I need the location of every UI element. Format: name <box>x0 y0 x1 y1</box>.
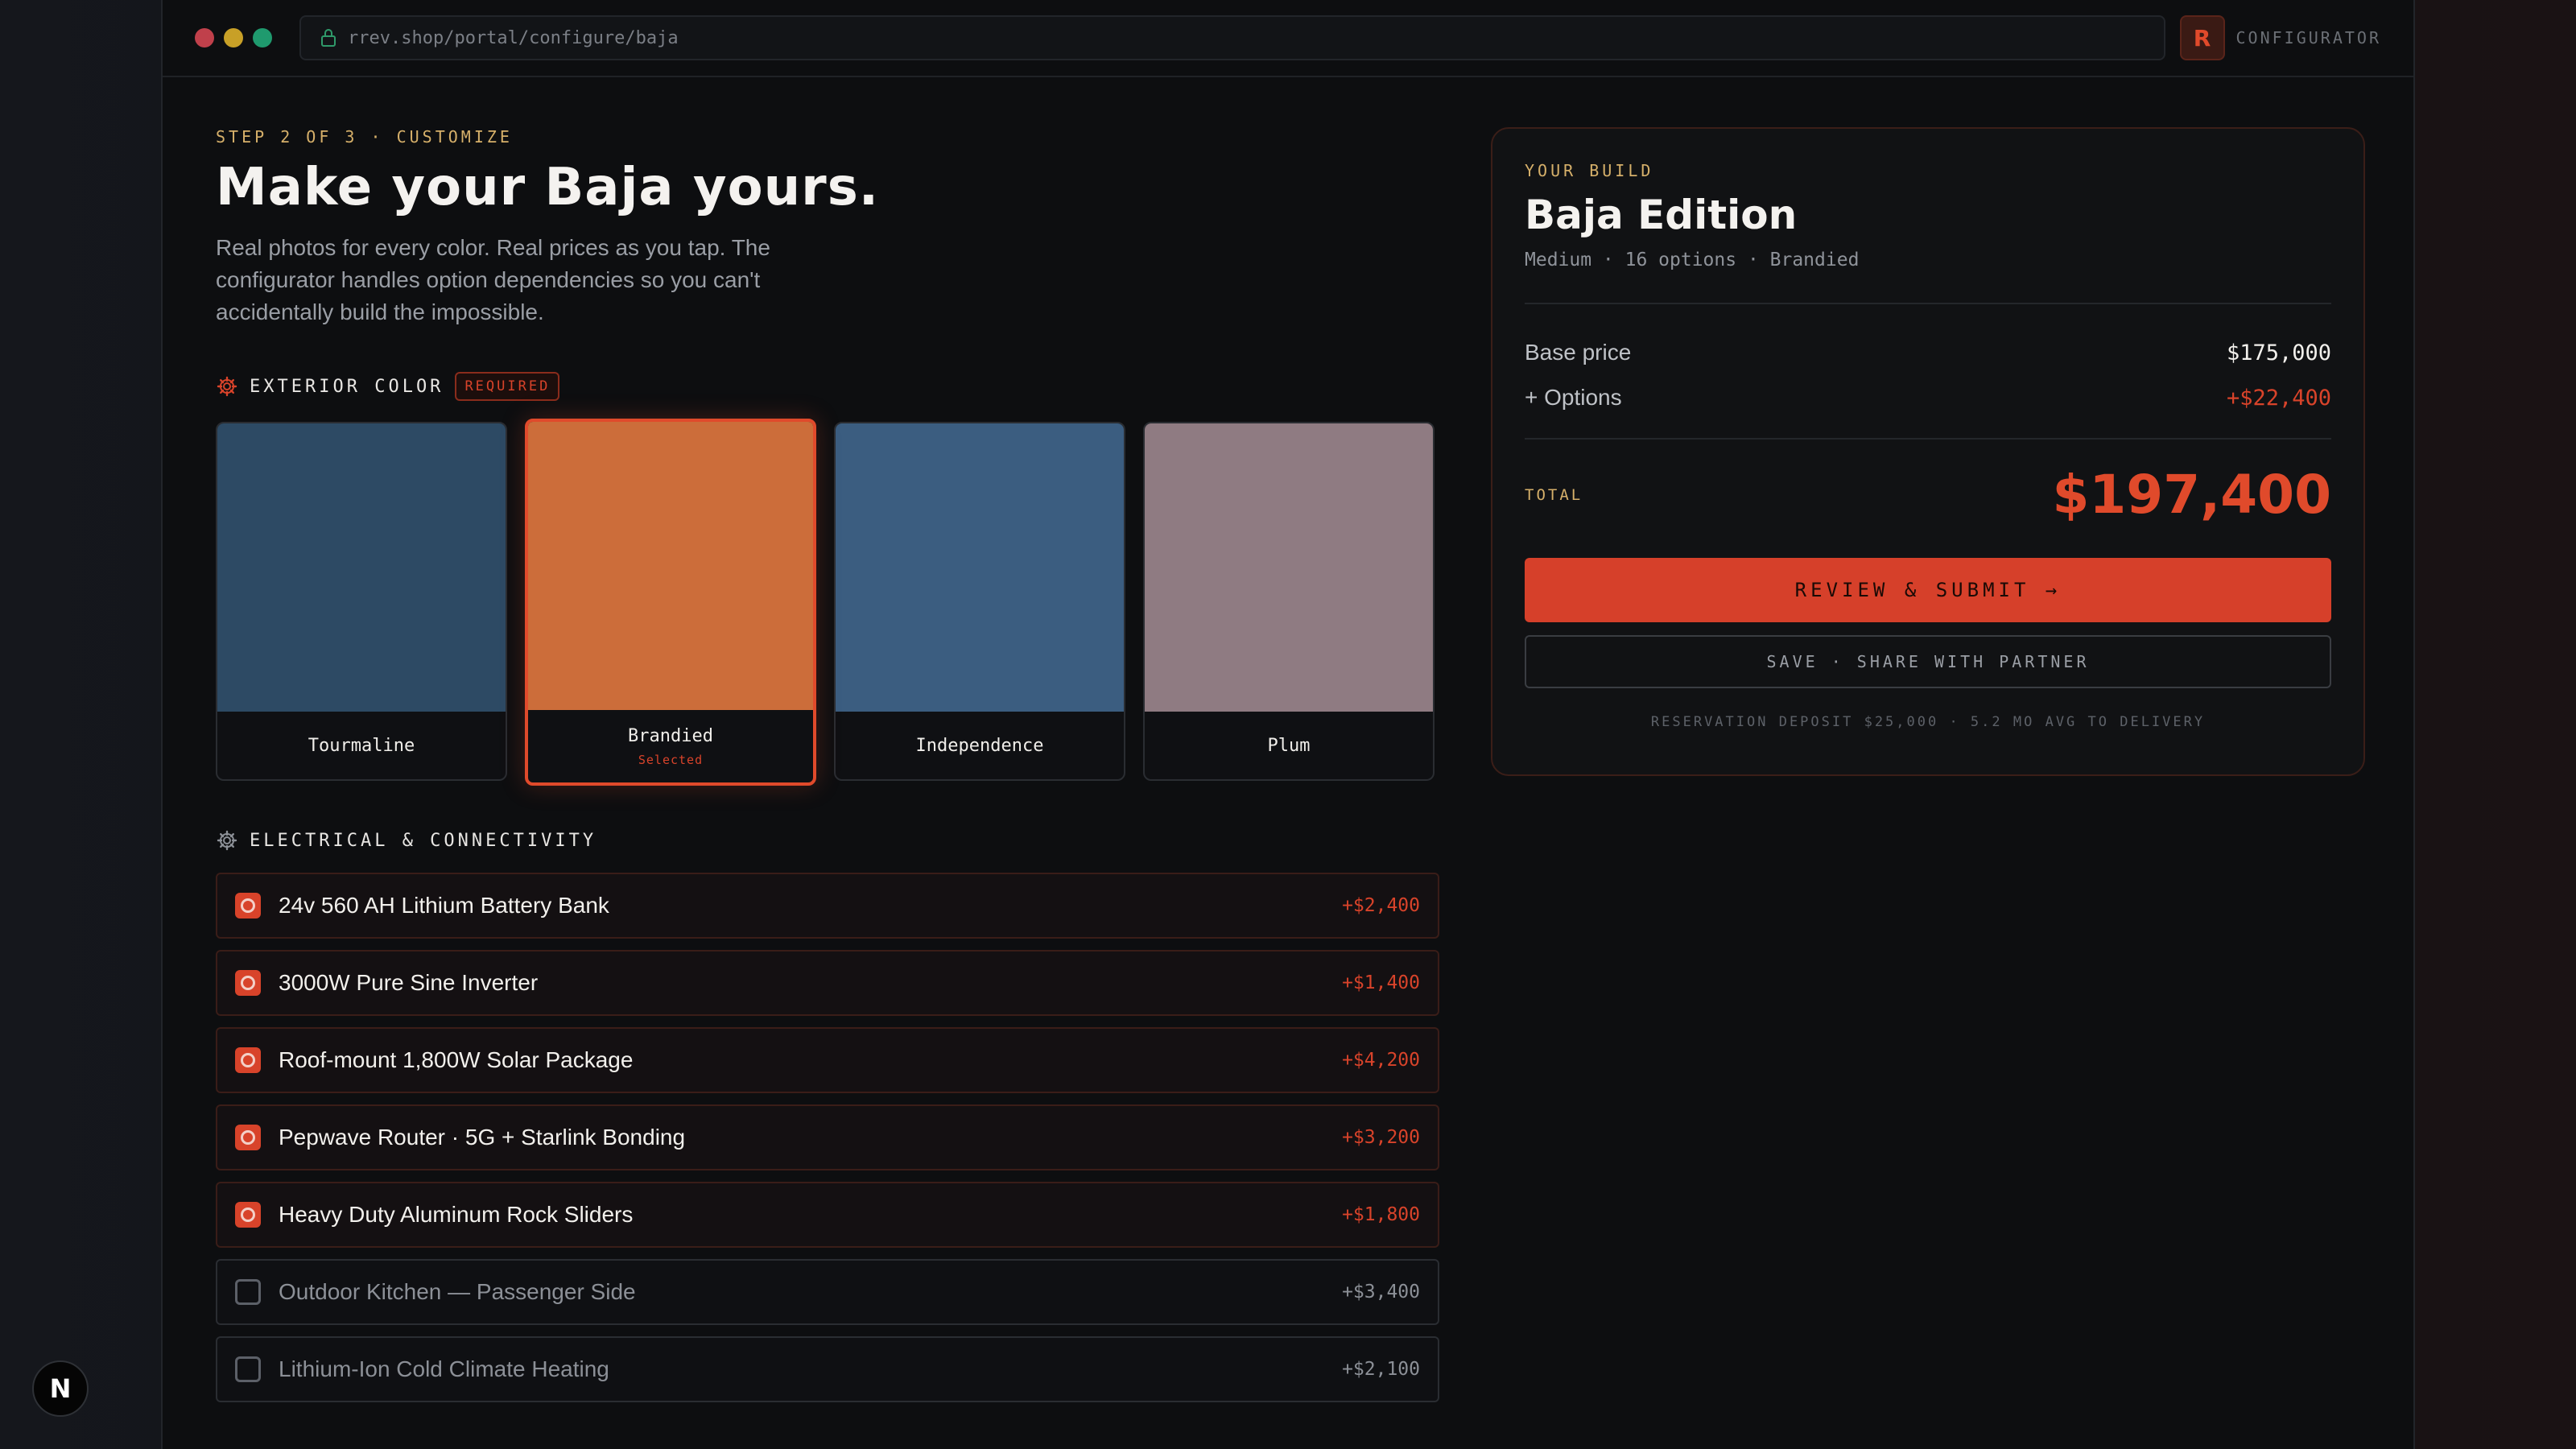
minimize-dot[interactable] <box>224 28 243 47</box>
option-price: +$4,200 <box>1342 1050 1420 1071</box>
swatch-label-box: Plum <box>1145 712 1433 779</box>
swatch-color <box>528 422 813 710</box>
swatch-name: Brandied <box>628 725 713 746</box>
checkbox-unchecked-icon[interactable] <box>235 1356 261 1382</box>
lock-icon <box>321 29 336 47</box>
swatch-brandied[interactable]: Brandied Selected <box>525 419 816 786</box>
checkbox-checked-icon[interactable] <box>235 1047 261 1073</box>
total-row: TOTAL $197,400 <box>1525 464 2331 526</box>
build-title: Baja Edition <box>1525 192 1798 238</box>
browser-window: rrev.shop/portal/configure/baja R CONFIG… <box>161 0 2415 1449</box>
option-name: 3000W Pure Sine Inverter <box>279 970 539 995</box>
review-submit-button[interactable]: REVIEW & SUBMIT → <box>1525 558 2331 622</box>
total-label: TOTAL <box>1525 485 1583 504</box>
delivery-footnote: RESERVATION DEPOSIT $25,000 · 5.2 MO AVG… <box>1650 714 2206 730</box>
swatch-independence[interactable]: Independence <box>834 422 1125 781</box>
color-swatches: Tourmaline Brandied Selected Independenc… <box>216 419 1439 789</box>
option-price: +$2,100 <box>1342 1359 1420 1380</box>
option-name: Lithium-Ion Cold Climate Heating <box>279 1356 609 1381</box>
option-name: Heavy Duty Aluminum Rock Sliders <box>279 1202 634 1227</box>
options-price-row: + Options +$22,400 <box>1525 375 2331 420</box>
option-row[interactable]: Roof-mount 1,800W Solar Package +$4,200 <box>216 1027 1439 1093</box>
swatch-plum[interactable]: Plum <box>1143 422 1435 781</box>
window-controls <box>195 28 272 47</box>
step-indicator: STEP 2 OF 3 · CUSTOMIZE <box>216 127 513 147</box>
summary-eyebrow: YOUR BUILD <box>1525 161 1654 180</box>
option-price: +$3,400 <box>1342 1282 1420 1302</box>
base-price-label: Base price <box>1525 340 1632 365</box>
build-meta: Medium · 16 options · Brandied <box>1525 250 1860 270</box>
checkbox-checked-icon[interactable] <box>235 1202 261 1228</box>
options-price-value: +$22,400 <box>2226 385 2331 411</box>
swatch-label-box: Tourmaline <box>217 712 506 779</box>
configurator-main: STEP 2 OF 3 · CUSTOMIZE Make your Baja y… <box>216 127 1439 1402</box>
brand-logo[interactable]: R <box>2179 15 2225 60</box>
swatch-name: Tourmaline <box>308 735 415 756</box>
checkbox-checked-icon[interactable] <box>235 1125 261 1150</box>
gear-icon <box>217 830 237 851</box>
electrical-heading: ELECTRICAL & CONNECTIVITY <box>216 829 1439 852</box>
swatch-label-box: Independence <box>836 712 1124 779</box>
option-price: +$3,200 <box>1342 1127 1420 1148</box>
option-price: +$2,400 <box>1342 895 1420 916</box>
total-value: $197,400 <box>2052 464 2331 526</box>
swatch-name: Independence <box>915 735 1044 756</box>
address-bar[interactable]: rrev.shop/portal/configure/baja <box>299 15 2165 60</box>
checkbox-checked-icon[interactable] <box>235 893 261 919</box>
page-description: Real photos for every color. Real prices… <box>216 235 770 324</box>
option-price: +$1,800 <box>1342 1204 1420 1225</box>
divider <box>1525 438 2331 440</box>
save-share-button[interactable]: SAVE · SHARE WITH PARTNER <box>1525 635 2331 688</box>
page-title: Make your Baja yours. <box>216 158 880 217</box>
option-row[interactable]: Outdoor Kitchen — Passenger Side +$3,400 <box>216 1259 1439 1325</box>
swatch-color <box>836 423 1124 712</box>
swatch-color <box>217 423 506 712</box>
electrical-label: ELECTRICAL & CONNECTIVITY <box>250 830 597 851</box>
exterior-color-label: EXTERIOR COLOR <box>250 376 444 397</box>
swatch-color <box>1145 423 1433 712</box>
option-row[interactable]: Pepwave Router · 5G + Starlink Bonding +… <box>216 1104 1439 1170</box>
checkbox-checked-icon[interactable] <box>235 970 261 996</box>
swatch-tourmaline[interactable]: Tourmaline <box>216 422 507 781</box>
selected-indicator: Selected <box>638 752 704 767</box>
divider <box>1525 303 2331 304</box>
swatch-name: Plum <box>1267 735 1311 756</box>
base-price-value: $175,000 <box>2226 340 2331 365</box>
options-price-label: + Options <box>1525 385 1622 410</box>
swatch-label-box: Brandied Selected <box>528 710 813 782</box>
base-price-row: Base price $175,000 <box>1525 330 2331 375</box>
url-text: rrev.shop/portal/configure/baja <box>348 27 679 48</box>
exterior-color-heading: EXTERIOR COLOR REQUIRED <box>216 372 1439 401</box>
option-name: Outdoor Kitchen — Passenger Side <box>279 1279 636 1304</box>
gear-icon <box>217 376 237 397</box>
option-price: +$1,400 <box>1342 972 1420 993</box>
option-name: 24v 560 AH Lithium Battery Bank <box>279 893 609 918</box>
browser-chrome: rrev.shop/portal/configure/baja R CONFIG… <box>163 0 2413 77</box>
option-name: Pepwave Router · 5G + Starlink Bonding <box>279 1125 686 1150</box>
maximize-dot[interactable] <box>253 28 272 47</box>
checkbox-unchecked-icon[interactable] <box>235 1279 261 1305</box>
option-list: 24v 560 AH Lithium Battery Bank +$2,400 … <box>216 873 1439 1402</box>
option-row[interactable]: Lithium-Ion Cold Climate Heating +$2,100 <box>216 1336 1439 1402</box>
dev-badge[interactable]: N <box>32 1360 89 1417</box>
option-row[interactable]: 24v 560 AH Lithium Battery Bank +$2,400 <box>216 873 1439 939</box>
option-row[interactable]: Heavy Duty Aluminum Rock Sliders +$1,800 <box>216 1182 1439 1248</box>
build-summary-card: YOUR BUILD Baja Edition Medium · 16 opti… <box>1491 127 2365 776</box>
option-name: Roof-mount 1,800W Solar Package <box>279 1047 634 1072</box>
close-dot[interactable] <box>195 28 214 47</box>
option-row[interactable]: 3000W Pure Sine Inverter +$1,400 <box>216 950 1439 1016</box>
required-badge: REQUIRED <box>455 372 560 401</box>
brand-label: CONFIGURATOR <box>2235 28 2381 47</box>
